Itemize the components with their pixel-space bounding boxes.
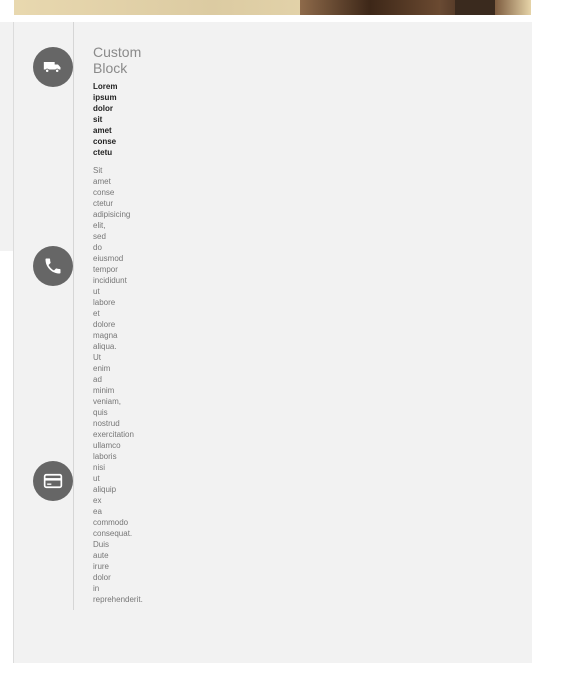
credit-card-icon: [33, 461, 73, 501]
custom-block-panel: [13, 22, 532, 663]
truck-icon: [33, 47, 73, 87]
phone-icon: [33, 246, 73, 286]
vertical-divider: [73, 22, 74, 610]
custom-block-content: Custom Block Lorem ipsum dolor sit amet …: [93, 44, 163, 605]
block-title: Custom Block: [93, 44, 142, 76]
block-body: Sit amet conse ctetur adipisicing elit, …: [93, 166, 143, 604]
hero-edge: [0, 0, 14, 15]
block-subtitle: Lorem ipsum dolor sit amet conse ctetu: [93, 82, 118, 157]
left-gutter-panel: [0, 22, 13, 251]
hero-image-detail-dark: [455, 0, 495, 15]
hero-image-detail: [300, 0, 440, 15]
hero-image-strip: [0, 0, 531, 15]
